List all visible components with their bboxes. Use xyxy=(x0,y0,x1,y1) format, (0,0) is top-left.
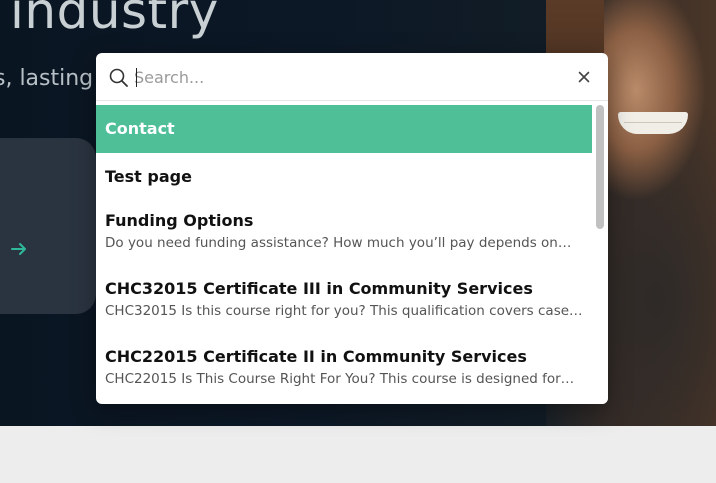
result-title: Test page xyxy=(105,167,192,186)
result-title: Funding Options xyxy=(105,211,254,230)
result-title: CHC32015 Certificate III in Community Se… xyxy=(105,279,533,298)
result-description: Do you need funding assistance? How much… xyxy=(105,235,572,251)
arrow-right-icon[interactable] xyxy=(4,232,34,262)
search-results-list: Contact Test page Funding Options Do you… xyxy=(96,105,592,404)
result-description: CHC22015 Is This Course Right For You? T… xyxy=(105,371,575,387)
scrollbar-thumb[interactable] xyxy=(596,105,604,229)
search-bar xyxy=(96,53,608,101)
search-result-contact[interactable]: Contact xyxy=(96,105,592,153)
result-title: CHC22015 Certificate II in Community Ser… xyxy=(105,347,527,366)
search-icon xyxy=(108,67,130,89)
hero-heading: industry xyxy=(10,0,219,40)
search-modal: Contact Test page Funding Options Do you… xyxy=(96,53,608,404)
hero-subtitle: s, lasting xyxy=(0,66,94,91)
search-input[interactable] xyxy=(134,63,554,91)
results-scrollbar[interactable] xyxy=(592,101,608,404)
result-description: CHC32015 Is this course right for you? T… xyxy=(105,303,583,319)
close-icon[interactable] xyxy=(576,69,592,85)
result-title: Contact xyxy=(105,119,175,138)
search-result-chc22015[interactable]: CHC22015 Certificate II in Community Ser… xyxy=(96,337,592,404)
hero-card[interactable] xyxy=(0,138,96,314)
search-result-funding-options[interactable]: Funding Options Do you need funding assi… xyxy=(96,201,592,269)
search-result-test-page[interactable]: Test page xyxy=(96,153,592,201)
hero-photo-smile xyxy=(618,112,688,134)
text-caret xyxy=(136,68,137,87)
search-result-chc32015[interactable]: CHC32015 Certificate III in Community Se… xyxy=(96,269,592,337)
